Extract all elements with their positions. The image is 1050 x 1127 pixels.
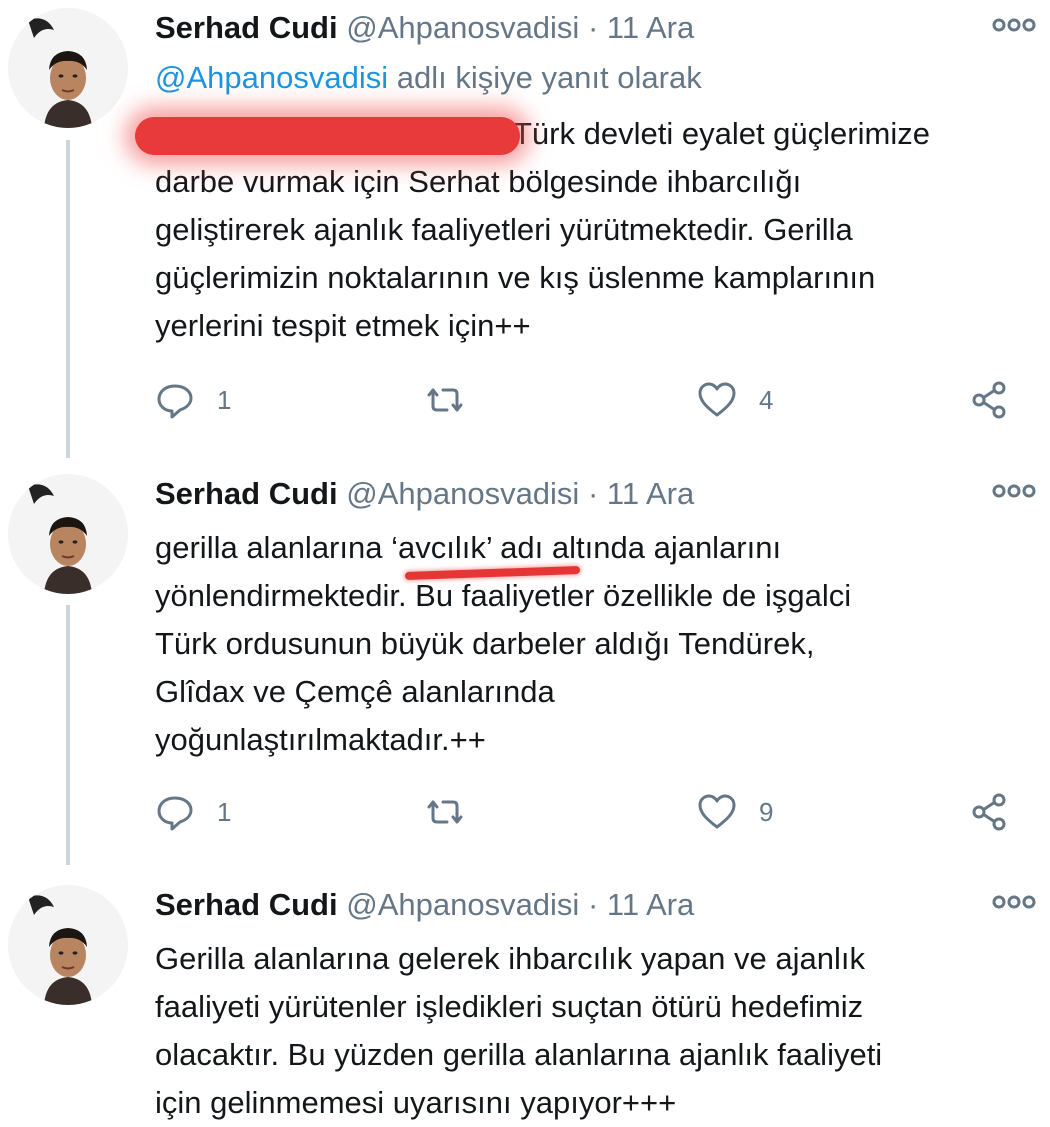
like-count: 9 bbox=[759, 796, 774, 827]
tweet[interactable]: Serhad Cudi @Ahpanosvadisi · 11 Ara @Ahp… bbox=[0, 0, 1050, 460]
tweet-date[interactable]: 11 Ara bbox=[607, 10, 694, 45]
reply-suffix: adlı kişiye yanıt olarak bbox=[388, 60, 702, 95]
more-icon[interactable] bbox=[990, 10, 1038, 40]
retweet-button[interactable] bbox=[425, 378, 465, 422]
tweet-actions: 1 4 bbox=[155, 378, 1015, 422]
tweet-date[interactable]: 11 Ara bbox=[607, 887, 694, 922]
tweet-actions: 1 9 bbox=[155, 790, 1015, 834]
avatar[interactable] bbox=[8, 885, 128, 1005]
reply-icon bbox=[157, 796, 193, 831]
tweet-header: Serhad Cudi @Ahpanosvadisi · 11 Ara bbox=[155, 8, 1010, 48]
avatar-image bbox=[8, 474, 128, 594]
reply-count: 1 bbox=[217, 796, 232, 827]
like-count: 4 bbox=[759, 384, 774, 415]
more-icon[interactable] bbox=[990, 476, 1038, 506]
reply-button[interactable]: 1 bbox=[155, 378, 231, 422]
avatar[interactable] bbox=[8, 8, 128, 128]
tweet-text: Gerilla alanlarına gelerek ihbarcılık ya… bbox=[155, 941, 883, 1120]
share-icon bbox=[972, 381, 1006, 419]
like-button[interactable]: 4 bbox=[697, 378, 773, 422]
more-icon[interactable] bbox=[990, 887, 1038, 917]
separator-dot: · bbox=[587, 476, 599, 511]
separator-dot: · bbox=[587, 10, 599, 45]
avatar[interactable] bbox=[8, 474, 128, 594]
author-handle[interactable]: @Ahpanosvadisi bbox=[346, 887, 579, 922]
redaction-mark bbox=[135, 117, 520, 155]
reply-count: 1 bbox=[217, 384, 232, 415]
heart-icon bbox=[698, 382, 736, 417]
tweet-date[interactable]: 11 Ara bbox=[607, 476, 694, 511]
separator-dot: · bbox=[587, 887, 599, 922]
avatar-image bbox=[8, 885, 128, 1005]
reply-button[interactable]: 1 bbox=[155, 790, 231, 834]
tweet[interactable]: Serhad Cudi @Ahpanosvadisi · 11 Ara Geri… bbox=[0, 877, 1050, 1127]
author-name[interactable]: Serhad Cudi bbox=[155, 887, 338, 922]
reply-context: @Ahpanosvadisi adlı kişiye yanıt olarak bbox=[155, 58, 702, 98]
author-handle[interactable]: @Ahpanosvadisi bbox=[346, 476, 579, 511]
reply-icon bbox=[157, 384, 193, 419]
share-button[interactable] bbox=[970, 790, 1010, 834]
share-button[interactable] bbox=[970, 378, 1010, 422]
like-button[interactable]: 9 bbox=[697, 790, 773, 834]
author-name[interactable]: Serhad Cudi bbox=[155, 476, 338, 511]
tweet[interactable]: Serhad Cudi @Ahpanosvadisi · 11 Ara geri… bbox=[0, 466, 1050, 866]
retweet-button[interactable] bbox=[425, 790, 465, 834]
author-handle[interactable]: @Ahpanosvadisi bbox=[346, 10, 579, 45]
tweet-header: Serhad Cudi @Ahpanosvadisi · 11 Ara bbox=[155, 885, 1010, 925]
tweet-text: gerilla alanlarına ‘avcılık’ adı altında… bbox=[155, 530, 852, 757]
tweet-header: Serhad Cudi @Ahpanosvadisi · 11 Ara bbox=[155, 474, 1010, 514]
retweet-icon bbox=[427, 388, 463, 412]
author-name[interactable]: Serhad Cudi bbox=[155, 10, 338, 45]
reply-mention-link[interactable]: @Ahpanosvadisi bbox=[155, 60, 388, 95]
heart-icon bbox=[698, 794, 736, 829]
share-icon bbox=[972, 793, 1006, 831]
retweet-icon bbox=[427, 800, 463, 824]
avatar-image bbox=[8, 8, 128, 128]
